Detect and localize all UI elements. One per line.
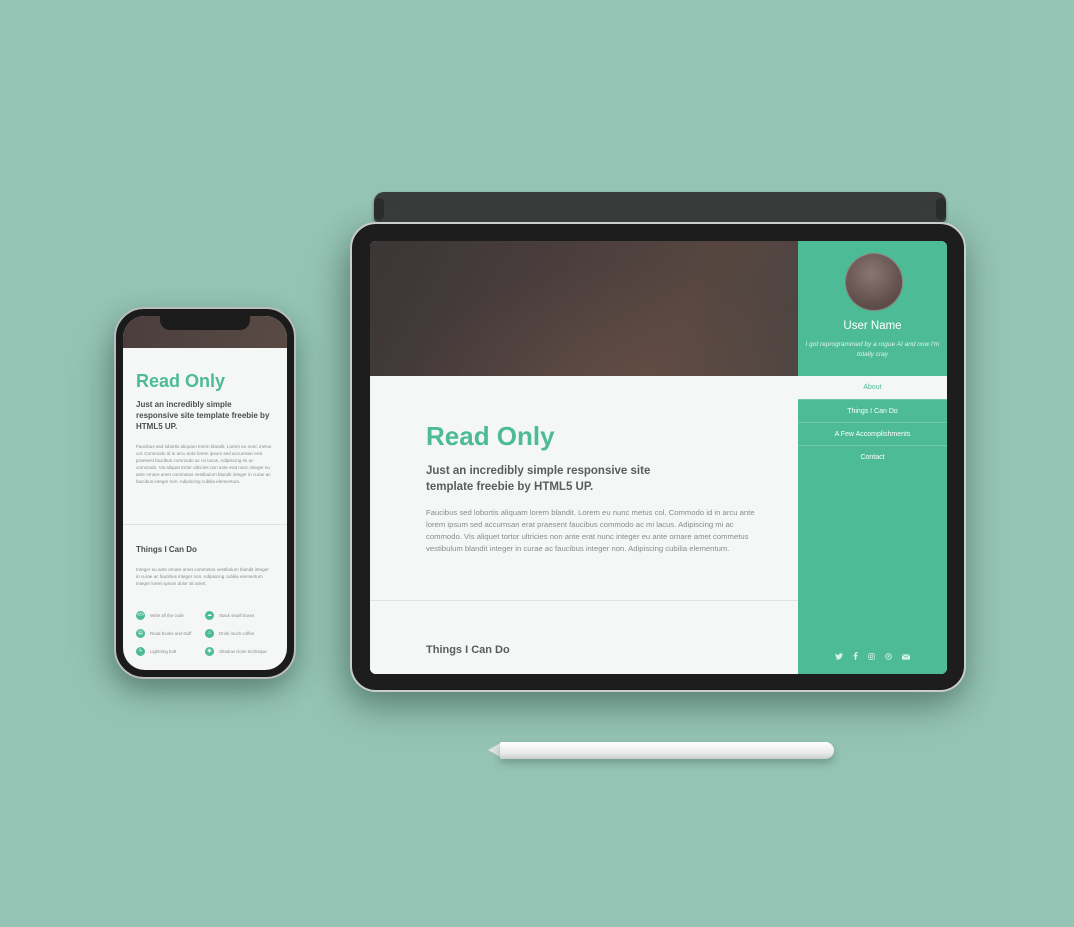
coffee-icon: ♨ bbox=[205, 629, 214, 638]
feature-item: ☁ Stack small boxes bbox=[205, 611, 254, 620]
book-icon: ▤ bbox=[136, 629, 145, 638]
feature-label: Shadow clone technique bbox=[219, 649, 267, 654]
shield-icon: ◉ bbox=[205, 647, 214, 656]
feature-label: Stack small boxes bbox=[219, 613, 255, 618]
code-icon: </> bbox=[136, 611, 145, 620]
sidebar-nav-contact[interactable]: Contact bbox=[798, 445, 947, 469]
feature-label: Read books and stuff bbox=[150, 631, 192, 636]
sidebar: User Name I got reprogrammed by a rogue … bbox=[798, 241, 947, 674]
stylus-pencil bbox=[500, 742, 834, 759]
feature-item: ◉ Shadow clone technique bbox=[205, 647, 267, 656]
intro-paragraph: Faucibus sed lobortis aliquam lorem blan… bbox=[426, 508, 755, 553]
sidebar-nav-accomplishments[interactable]: A Few Accomplishments bbox=[798, 422, 947, 446]
social-links bbox=[798, 652, 947, 662]
phone-intro-paragraph: Faucibus sed lobortis aliquam lorem blan… bbox=[136, 444, 272, 484]
sidebar-nav-things[interactable]: Things I Can Do bbox=[798, 399, 947, 423]
feature-label: Drink much coffee bbox=[219, 631, 255, 636]
page-subtitle: Just an incredibly simple responsive sit… bbox=[426, 465, 651, 493]
twitter-icon[interactable] bbox=[835, 653, 844, 662]
lightning-icon: ϟ bbox=[136, 647, 145, 656]
section-heading-things: Things I Can Do bbox=[426, 644, 510, 656]
cloud-icon: ☁ bbox=[205, 611, 214, 620]
email-icon[interactable] bbox=[901, 654, 910, 662]
feature-item: ▤ Read books and stuff bbox=[136, 629, 191, 638]
feature-item: </> Write all the code bbox=[136, 611, 184, 620]
page-title: Read Only bbox=[426, 421, 555, 451]
phone-section-heading-things: Things I Can Do bbox=[136, 545, 197, 554]
avatar bbox=[845, 253, 903, 311]
feature-label: Write all the code bbox=[150, 613, 184, 618]
sidebar-nav-about[interactable]: About bbox=[798, 376, 947, 399]
phone-page-subtitle: Just an incredibly simple responsive sit… bbox=[136, 400, 270, 431]
phone-things-paragraph: Integer eu ante ornare amet commetus ves… bbox=[136, 567, 269, 586]
feature-label: Lightning bolt bbox=[150, 649, 177, 654]
phone-screen: Read Only Just an incredibly simple resp… bbox=[123, 316, 287, 670]
user-name: User Name bbox=[843, 320, 902, 332]
facebook-icon[interactable] bbox=[853, 652, 858, 662]
tablet-screen: Read Only Just an incredibly simple resp… bbox=[370, 241, 947, 674]
tablet-hero-banner bbox=[370, 241, 798, 376]
user-tagline: I got reprogrammed by a rogue AI and now… bbox=[805, 341, 940, 358]
instagram-icon[interactable] bbox=[868, 653, 875, 662]
tablet-keyboard-case bbox=[374, 192, 946, 222]
feature-item: ♨ Drink much coffee bbox=[205, 629, 254, 638]
tablet-main-content: Read Only Just an incredibly simple resp… bbox=[370, 376, 798, 674]
phone-notch bbox=[160, 316, 250, 330]
github-icon[interactable] bbox=[885, 653, 892, 662]
phone-section-divider bbox=[123, 524, 287, 525]
phone-page-title: Read Only bbox=[136, 371, 226, 391]
feature-item: ϟ Lightning bolt bbox=[136, 647, 176, 656]
section-divider bbox=[370, 600, 798, 601]
